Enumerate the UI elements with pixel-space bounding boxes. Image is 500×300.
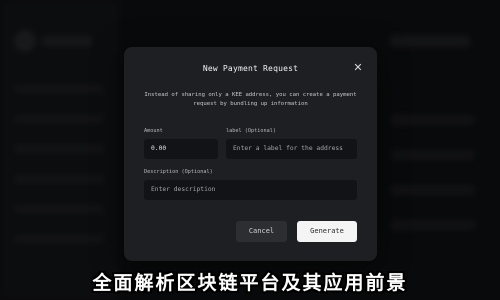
description-input[interactable]: Enter description (144, 180, 357, 200)
screen: New Payment Request ✕ Instead of sharing… (0, 0, 500, 300)
amount-label: Amount (144, 128, 163, 134)
generate-button[interactable]: Generate (297, 221, 357, 242)
payment-request-dialog: New Payment Request ✕ Instead of sharing… (124, 47, 377, 261)
label-field-label: label (Optional) (226, 128, 276, 134)
close-icon[interactable]: ✕ (351, 61, 365, 75)
description-field-label: Description (Optional) (144, 169, 213, 175)
page-caption: 全面解析区块链平台及其应用前景 (92, 272, 408, 294)
dialog-title: New Payment Request (202, 64, 299, 73)
amount-input[interactable]: 0.00 (144, 139, 218, 159)
dialog-description: Instead of sharing only a KEE address, y… (144, 92, 357, 107)
cancel-button[interactable]: Cancel (236, 221, 287, 242)
label-input[interactable]: Enter a label for the address (226, 139, 357, 159)
